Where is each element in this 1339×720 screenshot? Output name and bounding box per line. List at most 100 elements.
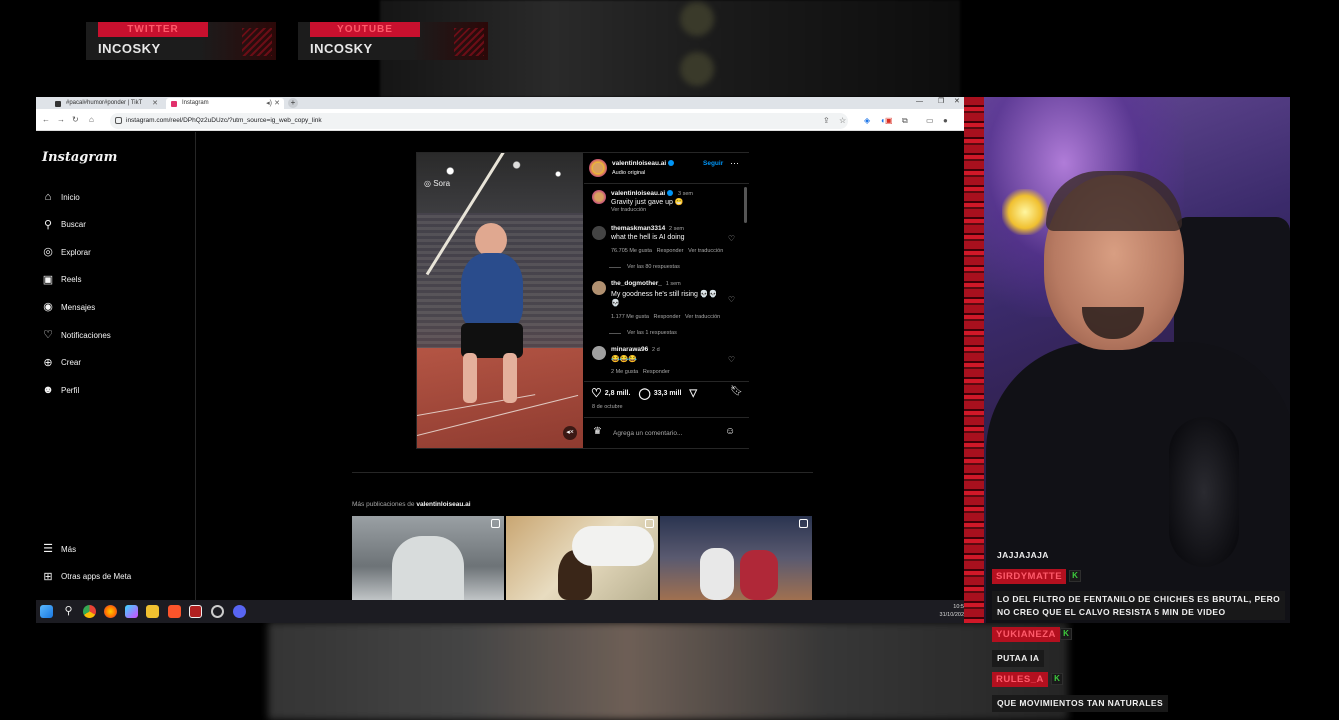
- comment-username[interactable]: themaskman3314: [611, 225, 665, 232]
- view-replies-link[interactable]: Ver las 80 respuestas: [627, 264, 680, 270]
- more-post-thumbnail[interactable]: [352, 516, 504, 600]
- author-name-text[interactable]: valentinloiseau.ai: [612, 160, 666, 167]
- like-icon[interactable]: ♡: [591, 386, 602, 400]
- streaming-app-icon[interactable]: [189, 605, 202, 618]
- sidebar-panel-icon[interactable]: ▭: [926, 115, 934, 127]
- nav-item-reels[interactable]: ▣ Reels: [42, 272, 82, 288]
- profile-icon[interactable]: ●: [943, 115, 948, 127]
- comment-icon[interactable]: ◯: [638, 387, 650, 400]
- extensions-puzzle-icon[interactable]: ⧉: [902, 115, 908, 127]
- caption-username[interactable]: valentinloiseau.ai: [611, 190, 665, 197]
- back-icon[interactable]: ←: [42, 115, 50, 124]
- close-window-icon[interactable]: ✕: [954, 97, 960, 107]
- reload-icon[interactable]: ↻: [72, 115, 79, 124]
- comment-input[interactable]: Agrega un comentario...: [613, 430, 682, 437]
- address-bar[interactable]: instagram.com/reel/DPhQz2uDUzc/?utm_sour…: [110, 113, 848, 129]
- site-info-icon[interactable]: [115, 117, 122, 124]
- speaker-icon[interactable]: ◂): [266, 98, 272, 109]
- comment-like-icon[interactable]: ♡: [728, 295, 735, 304]
- home-icon[interactable]: ⌂: [89, 115, 94, 124]
- comment-avatar[interactable]: [592, 281, 606, 295]
- new-tab-button[interactable]: +: [288, 98, 298, 108]
- comments-scrollbar[interactable]: [744, 187, 747, 223]
- nav-item-perfil[interactable]: ☻ Perfil: [42, 382, 79, 398]
- more-posts-username[interactable]: valentinloiseau.ai: [416, 501, 470, 508]
- minimize-icon[interactable]: —: [916, 97, 923, 107]
- comment-likes[interactable]: 2 Me gusta: [611, 369, 638, 375]
- discord-icon[interactable]: [233, 605, 246, 618]
- meta-apps-icon: ⊞: [43, 570, 53, 583]
- comment-username[interactable]: minarawa96: [611, 346, 648, 353]
- author-avatar[interactable]: [589, 159, 607, 177]
- taskbar-date[interactable]: 31/10/202: [940, 612, 964, 618]
- extension-icon[interactable]: ◈: [864, 115, 870, 127]
- translate-link[interactable]: Ver traducción: [685, 314, 720, 320]
- instagram-logo[interactable]: Instagram: [42, 150, 117, 165]
- comment-avatar[interactable]: [592, 226, 606, 240]
- maximize-icon[interactable]: ❐: [938, 97, 944, 107]
- save-bookmark-icon[interactable]: 🔖︎: [730, 386, 743, 397]
- close-tab-icon[interactable]: ✕: [152, 98, 158, 109]
- reply-link[interactable]: Responder: [643, 369, 670, 375]
- toilet-image: [572, 526, 654, 566]
- more-options-icon[interactable]: ⋯: [730, 158, 739, 169]
- follow-button[interactable]: Seguir: [703, 160, 723, 167]
- copilot-icon[interactable]: [125, 605, 138, 618]
- more-post-thumbnail[interactable]: [506, 516, 658, 600]
- caption-avatar[interactable]: [592, 190, 606, 204]
- emoji-icon[interactable]: ☺: [725, 426, 735, 437]
- firefox-icon[interactable]: [104, 605, 117, 618]
- install-app-icon[interactable]: ⇪: [823, 115, 830, 127]
- translate-link[interactable]: Ver traducción: [688, 248, 723, 254]
- search-icon[interactable]: ⚲: [62, 605, 75, 618]
- more-post-thumbnail[interactable]: [660, 516, 812, 600]
- comment-avatar[interactable]: [592, 346, 606, 360]
- comment-count[interactable]: 33,3 mill: [654, 390, 682, 397]
- nav-item-crear[interactable]: ⊕ Crear: [42, 355, 81, 371]
- chat-message: LO DEL FILTRO DE FENTANILO DE CHICHES ES…: [992, 591, 1286, 620]
- close-tab-icon[interactable]: ✕: [274, 98, 280, 109]
- post-date[interactable]: 8 de octubre: [592, 404, 623, 410]
- nav-item-más[interactable]: ☰ Más: [42, 541, 76, 557]
- like-count[interactable]: 2,8 mill.: [605, 390, 631, 397]
- taskbar-time[interactable]: 10:5: [953, 604, 964, 610]
- replies-line: [609, 333, 621, 334]
- nav-item-otras-apps-de-meta[interactable]: ⊞ Otras apps de Meta: [42, 569, 131, 585]
- comment-likes[interactable]: 76.705 Me gusta: [611, 248, 652, 254]
- comment-like-icon[interactable]: ♡: [728, 355, 735, 364]
- nav-item-notificaciones[interactable]: ♡ Notificaciones: [42, 327, 111, 343]
- obs-icon[interactable]: [211, 605, 224, 618]
- tab-strip: #pacal#humor#ponder | TikT ✕ Instagram ◂…: [36, 97, 964, 109]
- reply-link[interactable]: Responder: [657, 248, 684, 254]
- windows-start-icon[interactable]: [40, 605, 53, 618]
- reels-icon: ▣: [42, 273, 54, 286]
- file-explorer-icon[interactable]: [146, 605, 159, 618]
- nav-item-explorar[interactable]: ◎ Explorar: [42, 244, 91, 260]
- view-replies-link[interactable]: Ver las 1 respuestas: [627, 330, 677, 336]
- mute-icon[interactable]: ◂×: [563, 426, 577, 440]
- share-icon[interactable]: ▽: [689, 388, 697, 399]
- comment-username[interactable]: the_dogmother_: [611, 280, 662, 287]
- forward-icon[interactable]: →: [57, 115, 65, 124]
- brave-icon[interactable]: [168, 605, 181, 618]
- nav-item-mensajes[interactable]: ◉ Mensajes: [42, 299, 95, 315]
- decorative-stripes: [242, 28, 272, 56]
- tab-instagram[interactable]: Instagram ◂) ✕: [166, 98, 284, 109]
- nav-item-inicio[interactable]: ⌂ Inicio: [42, 189, 80, 205]
- caption-translate-link[interactable]: Ver traducción: [611, 207, 646, 213]
- tab-tiktok[interactable]: #pacal#humor#ponder | TikT ✕: [50, 98, 162, 109]
- bookmark-star-icon[interactable]: ☆: [839, 115, 846, 127]
- nav-item-buscar[interactable]: ⚲ Buscar: [42, 217, 86, 233]
- chrome-icon[interactable]: [83, 605, 96, 618]
- nav-label: Crear: [61, 358, 82, 368]
- reply-link[interactable]: Responder: [654, 314, 681, 320]
- audio-label[interactable]: Audio original: [612, 170, 645, 176]
- comment-likes[interactable]: 1.177 Me gusta: [611, 314, 649, 320]
- extension-icon[interactable]: ▣: [885, 115, 893, 127]
- reel-video[interactable]: ◎ Sora ◂×: [417, 153, 583, 448]
- nav-label: Reels: [61, 275, 82, 285]
- comment-like-icon[interactable]: ♡: [728, 234, 735, 243]
- comment-author-avatar-icon: ♛: [593, 426, 602, 437]
- author-username[interactable]: valentinloiseau.ai: [612, 160, 675, 167]
- athlete-head: [475, 223, 507, 257]
